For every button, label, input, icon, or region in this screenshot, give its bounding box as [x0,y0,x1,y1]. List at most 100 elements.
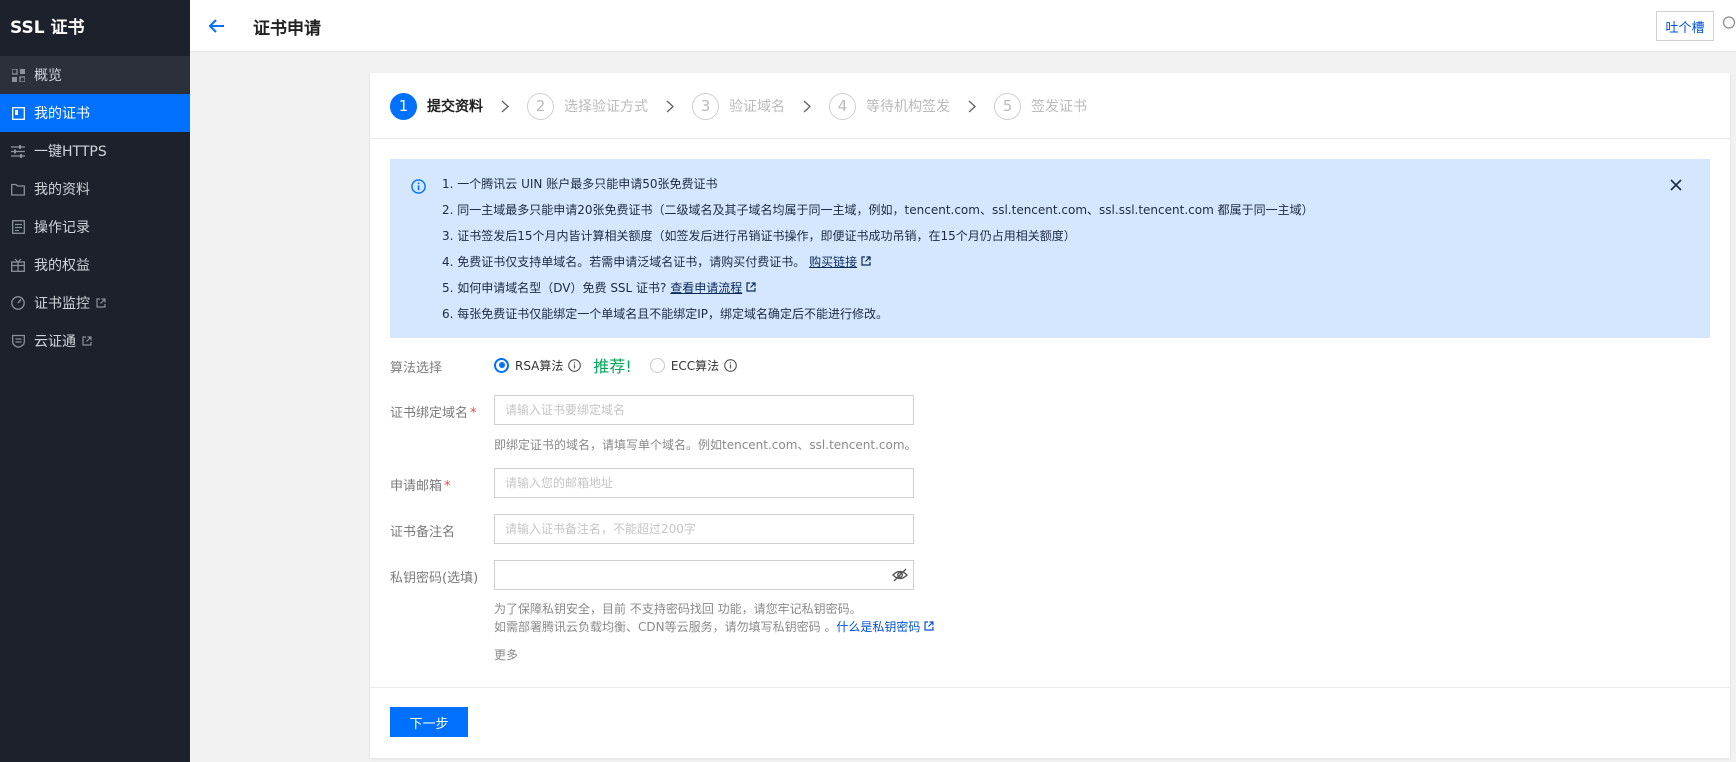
step-number: 4 [829,92,856,120]
notice-line: 3. 证书签发后15个月内皆计算相关额度（如签发后进行吊销证书操作，即便证书成功… [442,229,1076,243]
help-icon[interactable] [724,358,738,372]
password-hint-2: 如需部署腾讯云负载均衡、CDN等云服务，请勿填写私钥密码 。什么是私钥密码 [494,618,934,635]
close-icon[interactable] [1670,179,1682,195]
step-number: 2 [527,92,554,120]
password-row: 私钥密码(选填) 为了保障私钥安全，目前 不支持密码找回 功能，请您牢记私钥密码… [390,560,1390,670]
remark-input[interactable] [494,514,914,544]
feedback-button[interactable]: 吐个槽 [1656,11,1714,41]
step-label: 选择验证方式 [564,99,648,115]
info-icon [411,179,426,198]
document-icon [11,220,25,234]
private-key-password-input[interactable] [494,560,914,590]
sidebar-item-label: 我的权益 [34,258,90,274]
domain-label: 证书绑定域名 * [390,406,477,421]
chevron-right-icon [648,99,692,113]
step-2: 2 选择验证方式 [527,92,648,120]
notice-alert: 1. 一个腾讯云 UIN 账户最多只能申请50张免费证书 2. 同一主域最多只能… [390,159,1710,338]
email-input[interactable] [494,468,914,498]
brand-title: SSL 证书 [10,18,85,38]
step-3: 3 验证域名 [692,92,785,120]
algorithm-label: 算法选择 [390,361,443,376]
sidebar-item-label: 一键HTTPS [34,144,107,160]
divider [370,687,1730,688]
external-link-icon [82,336,92,346]
sidebar-item-label: 证书监控 [34,296,90,312]
notice-text: 4. 免费证书仅支持单域名。若需申请泛域名证书，请购买付费证书。 [442,255,806,269]
step-indicator: 1 提交资料 2 选择验证方式 3 验证域名 4 等待机构签发 5 签发证书 [390,91,1087,121]
sidebar-item-label: 云证通 [34,334,76,350]
email-row: 申请邮箱 * [390,468,1290,498]
next-step-button[interactable]: 下一步 [390,707,468,737]
folder-icon [11,182,25,196]
notice-line: 2. 同一主域最多只能申请20张免费证书（二级域名及其子域名均属于同一主域，例如… [442,203,1314,217]
sidebar-item-label: 概览 [34,68,62,84]
notice-line: 5. 如何申请域名型（DV）免费 SSL 证书? 查看申请流程 [442,275,1314,301]
step-1: 1 提交资料 [390,92,483,120]
more-link[interactable]: 更多 [494,646,518,663]
chevron-right-icon [950,99,994,113]
domain-hint: 即绑定证书的域名，请填写单个域名。例如tencent.com、ssl.tence… [494,438,917,452]
external-link-icon [924,620,934,634]
notice-text: 5. 如何申请域名型（DV）免费 SSL 证书? [442,281,667,295]
password-hint-1: 为了保障私钥安全，目前 不支持密码找回 功能，请您牢记私钥密码。 [494,602,862,616]
notice-line: 1. 一个腾讯云 UIN 账户最多只能申请50张免费证书 [442,177,718,191]
gauge-icon [11,296,25,310]
domain-input[interactable] [494,395,914,425]
sidebar-item-cert-monitor[interactable]: 证书监控 [0,284,190,322]
notice-lines: 1. 一个腾讯云 UIN 账户最多只能申请50张免费证书 2. 同一主域最多只能… [442,171,1314,327]
application-process-link[interactable]: 查看申请流程 [670,281,742,295]
recommend-badge: 推荐! [593,357,632,376]
sidebar-item-my-certificates[interactable]: 我的证书 [0,94,190,132]
sidebar-item-overview[interactable]: 概览 [0,56,190,94]
ecc-radio[interactable] [649,357,665,373]
remark-row: 证书备注名 [390,514,1290,544]
algorithm-row: 算法选择 RSA算法 推荐! ECC算法 [390,355,1090,376]
grid-icon [11,68,25,82]
application-card: 1 提交资料 2 选择验证方式 3 验证域名 4 等待机构签发 5 签发证书 1… [370,73,1730,758]
step-number: 5 [994,92,1021,120]
step-label: 验证域名 [729,99,785,115]
chevron-right-icon [483,99,527,113]
step-number: 3 [692,92,719,120]
step-5: 5 签发证书 [994,92,1087,120]
chat-icon[interactable] [1722,16,1736,34]
page-title: 证书申请 [253,19,321,39]
back-arrow-icon[interactable] [207,16,227,36]
step-label: 签发证书 [1031,99,1087,115]
notice-line: 6. 每张免费证书仅能绑定一个单域名且不能绑定IP，绑定域名确定后不能进行修改。 [442,307,889,321]
step-label: 等待机构签发 [866,99,950,115]
sidebar-item-my-benefits[interactable]: 我的权益 [0,246,190,284]
ecc-label[interactable]: ECC算法 [671,357,719,374]
sidebar-item-my-profile[interactable]: 我的资料 [0,170,190,208]
external-link-icon [96,298,106,308]
domain-row: 证书绑定域名* 即绑定证书的域名，请填写单个域名。例如tencent.com、s… [390,395,1290,455]
sidebar-item-operation-log[interactable]: 操作记录 [0,208,190,246]
external-link-icon [746,281,756,295]
remark-label: 证书备注名 [390,525,456,540]
sidebar-item-yunzhengtong[interactable]: 云证通 [0,322,190,360]
step-4: 4 等待机构签发 [829,92,950,120]
chevron-right-icon [785,99,829,113]
purchase-link[interactable]: 购买链接 [809,255,857,269]
sliders-icon [11,144,25,158]
external-link-icon [861,255,871,269]
help-icon[interactable] [568,358,582,372]
sidebar-item-label: 操作记录 [34,220,90,236]
what-is-private-key-password-link[interactable]: 什么是私钥密码 [836,620,920,634]
algorithm-radio-group: RSA算法 推荐! ECC算法 [494,355,738,376]
gift-icon [11,258,25,272]
email-label: 申请邮箱 * [390,479,451,494]
divider [370,138,1730,139]
step-number: 1 [390,92,417,120]
rsa-label[interactable]: RSA算法 [515,357,563,374]
eye-off-icon[interactable] [892,568,908,586]
rsa-radio[interactable] [494,357,509,373]
shield-icon [11,334,25,348]
sidebar: SSL 证书 概览 我的证书 一键HTTPS 我的资料 操作记录 我的权益 证书… [0,0,190,762]
step-label: 提交资料 [427,99,483,115]
certificate-icon [11,106,25,120]
notice-line: 4. 免费证书仅支持单域名。若需申请泛域名证书，请购买付费证书。 购买链接 [442,249,1314,275]
sidebar-item-label: 我的证书 [34,106,90,122]
sidebar-item-one-click-https[interactable]: 一键HTTPS [0,132,190,170]
page-header: 证书申请 吐个槽 [190,0,1736,52]
